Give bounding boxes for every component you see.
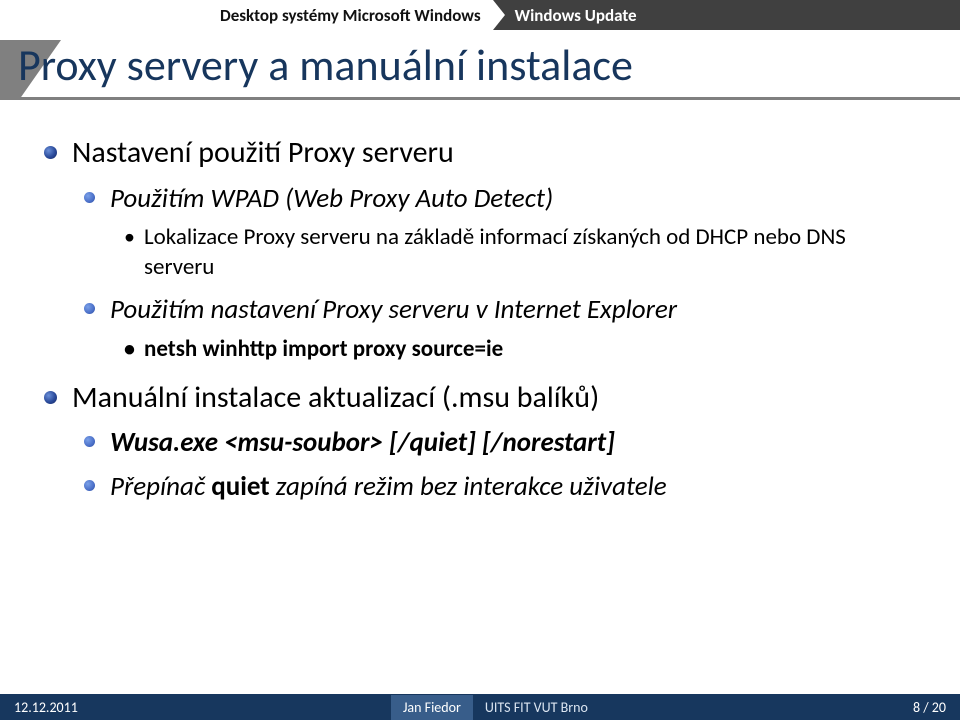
- slide-content: Nastavení použití Proxy serveru Použitím…: [40, 120, 920, 680]
- bullet-wusa-command: Wusa.exe <msu-soubor> [/quiet] [/noresta…: [40, 426, 920, 460]
- breadcrumb-spacer: [0, 0, 220, 30]
- bullet-quiet-post: zapíná režim bez interakce uživatele: [270, 470, 667, 503]
- bullet-proxy-settings: Nastavení použití Proxy serveru: [40, 134, 920, 172]
- breadcrumb-bar: Desktop systémy Microsoft Windows Window…: [0, 0, 960, 30]
- bullet-wpad-dhcp-dns: Lokalizace Proxy serveru na základě info…: [40, 223, 920, 283]
- breadcrumb-course: Desktop systémy Microsoft Windows: [220, 0, 493, 30]
- bullet-quiet-pre: Přepínač: [110, 470, 211, 503]
- slide: Desktop systémy Microsoft Windows Window…: [0, 0, 960, 720]
- title-underline: [0, 97, 960, 100]
- footer-bar: 12.12.2011 Jan Fiedor UITS FIT VUT Brno …: [0, 694, 960, 720]
- slide-title: Proxy servery a manuální instalace: [18, 38, 633, 92]
- bullet-netsh-command: netsh winhttp import proxy source=ie: [40, 335, 920, 365]
- footer-author: Jan Fiedor: [391, 695, 473, 720]
- bullet-manual-install: Manuální instalace aktualizací (.msu bal…: [40, 379, 920, 417]
- footer-center: Jan Fiedor UITS FIT VUT Brno: [92, 695, 899, 720]
- footer-date: 12.12.2011: [0, 699, 92, 716]
- bullet-wpad: Použitím WPAD (Web Proxy Auto Detect): [40, 182, 920, 216]
- title-band: Proxy servery a manuální instalace: [0, 30, 960, 100]
- footer-institution: UITS FIT VUT Brno: [473, 699, 600, 716]
- bullet-ie-proxy: Použitím nastavení Proxy serveru v Inter…: [40, 293, 920, 327]
- bullet-quiet-keyword: quiet: [211, 470, 269, 503]
- bullet-quiet-switch: Přepínač quiet zapíná režim bez interakc…: [40, 470, 920, 504]
- footer-page-number: 8 / 20: [899, 699, 960, 716]
- breadcrumb-section: Windows Update: [493, 0, 960, 30]
